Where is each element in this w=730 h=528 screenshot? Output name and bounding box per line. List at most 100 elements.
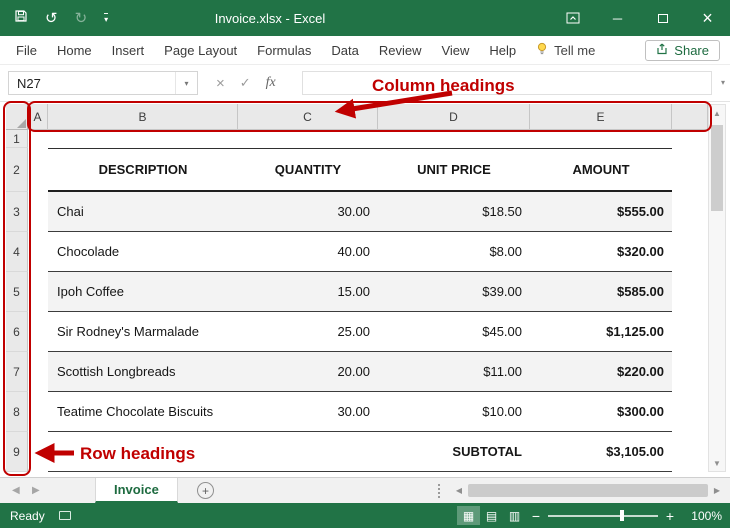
tab-home[interactable]: Home: [47, 43, 102, 58]
cell[interactable]: [672, 192, 708, 232]
zoom-in-icon[interactable]: +: [660, 508, 680, 524]
horizontal-scrollbar-track[interactable]: [466, 484, 710, 497]
cell[interactable]: $320.00: [530, 232, 672, 272]
zoom-level[interactable]: 100%: [680, 509, 722, 523]
cell[interactable]: [238, 130, 378, 148]
cell[interactable]: [672, 130, 708, 148]
zoom-slider-track[interactable]: [548, 515, 658, 517]
vertical-scrollbar-track[interactable]: [709, 121, 725, 455]
cell[interactable]: Chai: [48, 192, 238, 232]
insert-function-icon[interactable]: fx: [266, 75, 276, 91]
cell[interactable]: $585.00: [530, 272, 672, 312]
zoom-slider-thumb[interactable]: [620, 510, 624, 521]
normal-view-icon[interactable]: ▦: [457, 506, 480, 525]
undo-icon[interactable]: ↺: [45, 11, 58, 26]
cell[interactable]: [672, 392, 708, 432]
cell[interactable]: Scottish Longbreads: [48, 352, 238, 392]
cell[interactable]: $45.00: [378, 312, 530, 352]
cell[interactable]: [28, 192, 48, 232]
tab-scrollbar-splitter[interactable]: [438, 484, 440, 498]
cell[interactable]: [238, 432, 378, 472]
cell[interactable]: 20.00: [238, 352, 378, 392]
cell-subtotal-amount[interactable]: $3,105.00: [530, 432, 672, 472]
page-break-view-icon[interactable]: ▥: [503, 506, 526, 525]
cell[interactable]: Ipoh Coffee: [48, 272, 238, 312]
cell[interactable]: [28, 130, 48, 148]
cell[interactable]: [28, 352, 48, 392]
minimize-button[interactable]: ─: [595, 0, 640, 36]
cell[interactable]: [28, 392, 48, 432]
sheet-tab-invoice[interactable]: Invoice: [95, 478, 178, 503]
enter-icon[interactable]: ✓: [240, 75, 251, 91]
cell[interactable]: [672, 432, 708, 472]
cell[interactable]: [672, 272, 708, 312]
macro-record-icon[interactable]: [59, 511, 71, 520]
cell[interactable]: [672, 148, 708, 192]
scroll-down-icon[interactable]: ▼: [709, 455, 725, 471]
page-layout-view-icon[interactable]: ▤: [480, 506, 503, 525]
cell[interactable]: [530, 130, 672, 148]
tab-review[interactable]: Review: [369, 43, 432, 58]
cell[interactable]: $555.00: [530, 192, 672, 232]
cell[interactable]: [28, 232, 48, 272]
cell[interactable]: [28, 312, 48, 352]
ribbon-display-options-icon[interactable]: [550, 0, 595, 36]
cell[interactable]: $39.00: [378, 272, 530, 312]
horizontal-scrollbar[interactable]: ◀ ▶: [452, 482, 724, 499]
cell[interactable]: Teatime Chocolate Biscuits: [48, 392, 238, 432]
cell[interactable]: [672, 232, 708, 272]
tab-formulas[interactable]: Formulas: [247, 43, 321, 58]
vertical-scrollbar-thumb[interactable]: [711, 125, 723, 211]
cell[interactable]: $18.50: [378, 192, 530, 232]
cell-subtotal-label[interactable]: SUBTOTAL: [378, 432, 530, 472]
cell[interactable]: 25.00: [238, 312, 378, 352]
sheet-nav-left-icon[interactable]: ◀: [12, 485, 20, 496]
cell[interactable]: $11.00: [378, 352, 530, 392]
tab-help[interactable]: Help: [479, 43, 526, 58]
cell[interactable]: 15.00: [238, 272, 378, 312]
cell[interactable]: [378, 130, 530, 148]
cell[interactable]: [28, 148, 48, 192]
scroll-left-icon[interactable]: ◀: [452, 486, 466, 495]
cell[interactable]: 30.00: [238, 392, 378, 432]
cell[interactable]: Sir Rodney's Marmalade: [48, 312, 238, 352]
tab-file[interactable]: File: [6, 43, 47, 58]
cell[interactable]: [28, 432, 48, 472]
expand-formula-bar-icon[interactable]: ▾: [721, 78, 725, 87]
share-button[interactable]: Share: [645, 40, 720, 61]
customize-toolbar-dropdown-icon[interactable]: ▾: [104, 13, 108, 24]
cell[interactable]: $220.00: [530, 352, 672, 392]
cell[interactable]: [672, 312, 708, 352]
save-icon[interactable]: [14, 9, 28, 28]
tell-me-box[interactable]: Tell me: [536, 42, 595, 59]
cell-quantity-header[interactable]: QUANTITY: [238, 148, 378, 192]
cell[interactable]: 40.00: [238, 232, 378, 272]
scroll-right-icon[interactable]: ▶: [710, 486, 724, 495]
tab-page-layout[interactable]: Page Layout: [154, 43, 247, 58]
cell[interactable]: $8.00: [378, 232, 530, 272]
maximize-button[interactable]: [640, 0, 685, 36]
name-box-dropdown-icon[interactable]: ▾: [175, 72, 197, 94]
tab-view[interactable]: View: [431, 43, 479, 58]
cell-unit-price-header[interactable]: UNIT PRICE: [378, 148, 530, 192]
sheet-nav-right-icon[interactable]: ▶: [32, 485, 40, 496]
horizontal-scrollbar-thumb[interactable]: [468, 484, 708, 497]
cell-description-header[interactable]: DESCRIPTION: [48, 148, 238, 192]
cell[interactable]: $300.00: [530, 392, 672, 432]
cell[interactable]: [672, 352, 708, 392]
cell-amount-header[interactable]: AMOUNT: [530, 148, 672, 192]
cell[interactable]: Chocolade: [48, 232, 238, 272]
cell[interactable]: [48, 130, 238, 148]
cancel-icon[interactable]: ×: [216, 75, 225, 92]
vertical-scrollbar[interactable]: ▲ ▼: [708, 104, 726, 472]
cell[interactable]: $1,125.00: [530, 312, 672, 352]
add-sheet-icon[interactable]: +: [197, 482, 214, 499]
redo-icon[interactable]: ↻: [75, 11, 88, 26]
cell[interactable]: 30.00: [238, 192, 378, 232]
close-button[interactable]: ×: [685, 0, 730, 36]
name-box[interactable]: N27 ▾: [8, 71, 198, 95]
tab-data[interactable]: Data: [321, 43, 368, 58]
zoom-slider[interactable]: [548, 506, 658, 525]
cell[interactable]: [28, 272, 48, 312]
cell[interactable]: $10.00: [378, 392, 530, 432]
